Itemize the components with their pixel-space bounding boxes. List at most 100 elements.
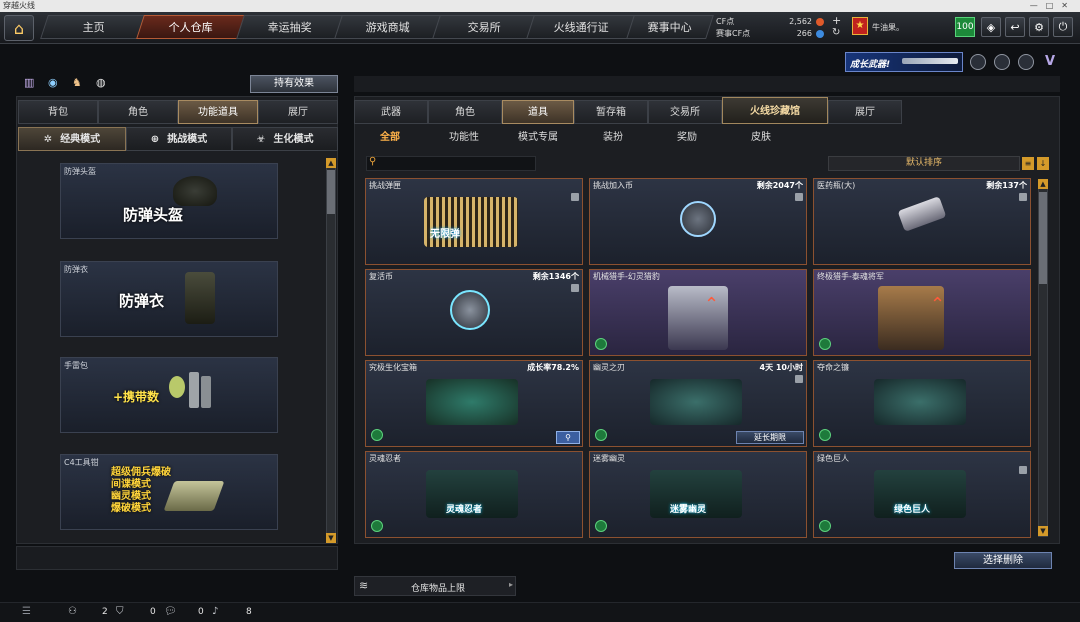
right-top-strip (354, 76, 1060, 92)
filter-rewards[interactable]: 奖励 (677, 128, 697, 143)
filter-all[interactable]: 全部 (380, 128, 400, 143)
power-icon[interactable]: ⏻ (1053, 17, 1073, 37)
refresh-icon[interactable]: ↻ (832, 27, 840, 39)
badge-icon (819, 338, 831, 350)
lock-icon (795, 193, 803, 201)
compass-icon[interactable] (994, 54, 1010, 70)
cf-coin-icon (816, 18, 824, 26)
search-item-icon[interactable]: ⚲ (556, 431, 580, 444)
tab-collection[interactable]: 火线珍藏馆 (722, 97, 828, 124)
tab-function-items[interactable]: 功能道具 (178, 100, 258, 124)
canister-icon-2 (201, 376, 211, 408)
status-bar: ☰ ⚇ 2 ⛉ 0 💬︎ 0 ♪ 8 (0, 602, 1080, 622)
item-card-ammo[interactable]: 挑战弹匣 无限弹 (365, 178, 583, 265)
item-card-ultimate-hunter[interactable]: 终极猎手-泰魂将军 ⌃ (813, 269, 1031, 356)
owned-effects-button[interactable]: 持有效果 (250, 75, 338, 93)
nav-tab-lottery[interactable]: 幸运抽奖 (236, 15, 344, 39)
item-card-soul-ninja[interactable]: 灵魂忍者 灵魂忍者 (365, 451, 583, 538)
tab-gallery[interactable]: 展厅 (828, 100, 902, 124)
left-scroll-up-icon[interactable]: ▲ (326, 158, 336, 168)
eye-icon[interactable]: ◉ (48, 76, 62, 90)
mode-challenge[interactable]: ⊕ 挑战模式 (126, 127, 232, 151)
item-card-death-scythe[interactable]: 夺命之镰 (813, 360, 1031, 447)
tab-character[interactable]: 角色 (98, 100, 178, 124)
home-icon[interactable]: ⌂ (4, 15, 34, 41)
item-card-green-giant[interactable]: 绿色巨人 绿色巨人 (813, 451, 1031, 538)
badge-icon (819, 520, 831, 532)
shield-icon[interactable]: ◈ (981, 17, 1001, 37)
person-icon[interactable]: ♞ (72, 76, 86, 90)
search-input[interactable]: ⚲ (366, 156, 536, 171)
tab-roles[interactable]: 角色 (428, 100, 502, 124)
rank-icon: ★ (852, 17, 868, 35)
badge-icon (819, 429, 831, 441)
badge-icon (371, 429, 383, 441)
item-card-challenge-coin[interactable]: 挑战加入币 剩余2047个 (589, 178, 807, 265)
wings-icon[interactable] (1018, 54, 1034, 70)
window-titlebar: 穿越火线 —□✕ (0, 0, 1080, 12)
filter-skins[interactable]: 皮肤 (751, 128, 771, 143)
nav-tab-shop[interactable]: 游戏商城 (334, 15, 442, 39)
filter-mode-exclusive[interactable]: 模式专属 (518, 128, 558, 143)
tab-weapons[interactable]: 武器 (354, 100, 428, 124)
sort-order-icon[interactable]: ↓ (1037, 157, 1049, 170)
speaker-icon[interactable]: ♪ (212, 606, 218, 617)
search-icon: ⚲ (369, 156, 377, 167)
item-card-revive-coin[interactable]: 复活币 剩余1346个 (365, 269, 583, 356)
filter-functional[interactable]: 功能性 (449, 128, 479, 143)
emblem-icon[interactable] (970, 54, 986, 70)
item-card-bio-chest[interactable]: 究极生化宝箱 成长率78.2% ⚲ (365, 360, 583, 447)
mode-classic[interactable]: ✲ 经典模式 (18, 127, 126, 151)
v-logo-icon[interactable]: V (1042, 54, 1058, 70)
right-scroll-down-icon[interactable]: ▼ (1038, 526, 1048, 536)
item-grenade-pack[interactable]: 手雷包 +携带数 (60, 357, 278, 433)
right-scroll-thumb[interactable] (1039, 192, 1047, 284)
vest-icon (185, 272, 215, 324)
rifle-icon (902, 58, 958, 64)
item-card-mist-ghost[interactable]: 迷雾幽灵 迷雾幽灵 (589, 451, 807, 538)
item-card-mech-hunter[interactable]: 机械猎手-幻灵猎豹 ⌃ (589, 269, 807, 356)
add-cf-icon[interactable]: + (832, 15, 841, 27)
user-name: 牛油果。 (872, 23, 904, 32)
right-scroll-up-icon[interactable]: ▲ (1038, 179, 1048, 189)
chat-icon[interactable]: 💬︎ (164, 606, 177, 617)
tab-trade[interactable]: 交易所 (648, 100, 722, 124)
filter-dressup[interactable]: 装扮 (603, 128, 623, 143)
tab-backpack[interactable]: 背包 (18, 100, 98, 124)
nav-tab-home[interactable]: 主页 (40, 15, 148, 39)
growth-weapon-banner[interactable]: 成长武器! (845, 52, 963, 72)
sort-dropdown[interactable]: 默认排序 (828, 156, 1020, 171)
list-icon[interactable]: ≡ (1022, 157, 1034, 170)
classic-icon: ✲ (43, 134, 53, 145)
bag-icon[interactable]: ◍ (96, 76, 110, 90)
item-helmet[interactable]: 防弹头盔 防弹头盔 (60, 163, 278, 239)
nav-tab-warehouse[interactable]: 个人仓库 (136, 15, 246, 39)
stats-icon[interactable]: ▥ (24, 76, 38, 90)
tab-showroom[interactable]: 展厅 (258, 100, 338, 124)
return-icon[interactable]: ↩ (1005, 17, 1025, 37)
select-delete-button[interactable]: 选择删除 (954, 552, 1052, 569)
left-scroll-thumb[interactable] (327, 170, 335, 214)
mode-zombie[interactable]: ☣ 生化模式 (232, 127, 338, 151)
item-body-armor[interactable]: 防弹衣 防弹衣 (60, 261, 278, 337)
extend-duration-button[interactable]: 延长期限 (736, 431, 804, 444)
nav-tab-events[interactable]: 赛事中心 (626, 15, 714, 39)
gear-icon[interactable]: ⚙ (1029, 17, 1049, 37)
menu-icon[interactable]: ☰ (22, 606, 31, 617)
capacity-bar[interactable]: ≋ 仓库物品上限 ▸ (354, 576, 516, 596)
item-c4-tool[interactable]: C4工具钳 超级佣兵爆破 间谍模式 幽灵模式 爆破模式 (60, 454, 278, 530)
left-scroll-down-icon[interactable]: ▼ (326, 533, 336, 543)
nav-tab-exchange[interactable]: 交易所 (432, 15, 536, 39)
item-card-ghost-blade[interactable]: 幽灵之刃 4天 10小时 延长期限 (589, 360, 807, 447)
shield-status-icon: ⛉ (116, 606, 124, 617)
window-controls[interactable]: —□✕ (1030, 0, 1076, 12)
event-cf-value: 266 (796, 29, 812, 38)
tab-temp-box[interactable]: 暂存箱 (574, 100, 648, 124)
left-scrollbar[interactable] (326, 158, 336, 542)
layers-icon: ≋ (359, 579, 369, 592)
item-card-medkit[interactable]: 医药瓶(大) 剩余137个 (813, 178, 1031, 265)
revive-coin-art (450, 290, 490, 330)
nav-tab-pass[interactable]: 火线通行证 (526, 15, 636, 39)
cf-label: CF点 (716, 17, 735, 26)
tab-items[interactable]: 道具 (502, 100, 574, 124)
